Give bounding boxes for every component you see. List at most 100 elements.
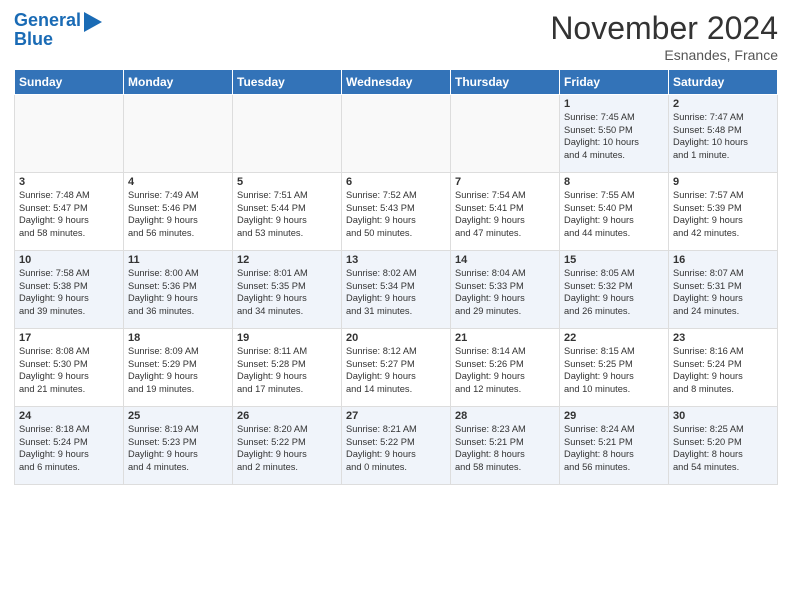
day-number: 2 [673, 98, 773, 110]
week-row-4: 17Sunrise: 8:08 AMSunset: 5:30 PMDayligh… [15, 329, 778, 407]
calendar-cell: 27Sunrise: 8:21 AMSunset: 5:22 PMDayligh… [342, 407, 451, 485]
calendar-cell [342, 95, 451, 173]
location-subtitle: Esnandes, France [550, 47, 778, 63]
day-info: Sunrise: 7:58 AMSunset: 5:38 PMDaylight:… [19, 267, 119, 317]
calendar-cell: 28Sunrise: 8:23 AMSunset: 5:21 PMDayligh… [451, 407, 560, 485]
calendar-cell: 14Sunrise: 8:04 AMSunset: 5:33 PMDayligh… [451, 251, 560, 329]
day-info: Sunrise: 7:45 AMSunset: 5:50 PMDaylight:… [564, 111, 664, 161]
calendar-cell: 22Sunrise: 8:15 AMSunset: 5:25 PMDayligh… [560, 329, 669, 407]
calendar-cell: 13Sunrise: 8:02 AMSunset: 5:34 PMDayligh… [342, 251, 451, 329]
calendar-cell [233, 95, 342, 173]
day-info: Sunrise: 8:23 AMSunset: 5:21 PMDaylight:… [455, 423, 555, 473]
calendar-header: General Blue November 2024 Esnandes, Fra… [14, 10, 778, 63]
day-info: Sunrise: 7:55 AMSunset: 5:40 PMDaylight:… [564, 189, 664, 239]
calendar-cell: 7Sunrise: 7:54 AMSunset: 5:41 PMDaylight… [451, 173, 560, 251]
calendar-cell: 9Sunrise: 7:57 AMSunset: 5:39 PMDaylight… [669, 173, 778, 251]
day-number: 5 [237, 176, 337, 188]
weekday-wednesday: Wednesday [342, 70, 451, 95]
day-info: Sunrise: 7:51 AMSunset: 5:44 PMDaylight:… [237, 189, 337, 239]
day-number: 23 [673, 332, 773, 344]
weekday-thursday: Thursday [451, 70, 560, 95]
calendar-cell: 23Sunrise: 8:16 AMSunset: 5:24 PMDayligh… [669, 329, 778, 407]
day-number: 28 [455, 410, 555, 422]
day-number: 7 [455, 176, 555, 188]
calendar-cell: 17Sunrise: 8:08 AMSunset: 5:30 PMDayligh… [15, 329, 124, 407]
calendar-cell: 10Sunrise: 7:58 AMSunset: 5:38 PMDayligh… [15, 251, 124, 329]
day-info: Sunrise: 8:16 AMSunset: 5:24 PMDaylight:… [673, 345, 773, 395]
title-section: November 2024 Esnandes, France [550, 10, 778, 63]
logo-arrow-icon [84, 12, 102, 32]
day-number: 18 [128, 332, 228, 344]
calendar-body: 1Sunrise: 7:45 AMSunset: 5:50 PMDaylight… [15, 95, 778, 485]
calendar-cell [15, 95, 124, 173]
weekday-saturday: Saturday [669, 70, 778, 95]
day-info: Sunrise: 7:54 AMSunset: 5:41 PMDaylight:… [455, 189, 555, 239]
calendar-cell: 8Sunrise: 7:55 AMSunset: 5:40 PMDaylight… [560, 173, 669, 251]
day-number: 1 [564, 98, 664, 110]
calendar-cell: 3Sunrise: 7:48 AMSunset: 5:47 PMDaylight… [15, 173, 124, 251]
day-info: Sunrise: 8:05 AMSunset: 5:32 PMDaylight:… [564, 267, 664, 317]
day-number: 21 [455, 332, 555, 344]
calendar-cell: 1Sunrise: 7:45 AMSunset: 5:50 PMDaylight… [560, 95, 669, 173]
day-info: Sunrise: 8:07 AMSunset: 5:31 PMDaylight:… [673, 267, 773, 317]
calendar-cell: 5Sunrise: 7:51 AMSunset: 5:44 PMDaylight… [233, 173, 342, 251]
weekday-header-row: SundayMondayTuesdayWednesdayThursdayFrid… [15, 70, 778, 95]
day-info: Sunrise: 8:11 AMSunset: 5:28 PMDaylight:… [237, 345, 337, 395]
day-number: 20 [346, 332, 446, 344]
calendar-cell: 6Sunrise: 7:52 AMSunset: 5:43 PMDaylight… [342, 173, 451, 251]
day-number: 12 [237, 254, 337, 266]
day-number: 13 [346, 254, 446, 266]
calendar-cell [451, 95, 560, 173]
calendar-cell [124, 95, 233, 173]
day-number: 10 [19, 254, 119, 266]
day-number: 4 [128, 176, 228, 188]
day-info: Sunrise: 8:21 AMSunset: 5:22 PMDaylight:… [346, 423, 446, 473]
day-info: Sunrise: 7:57 AMSunset: 5:39 PMDaylight:… [673, 189, 773, 239]
calendar-cell: 2Sunrise: 7:47 AMSunset: 5:48 PMDaylight… [669, 95, 778, 173]
day-number: 27 [346, 410, 446, 422]
day-number: 26 [237, 410, 337, 422]
day-number: 3 [19, 176, 119, 188]
day-info: Sunrise: 8:15 AMSunset: 5:25 PMDaylight:… [564, 345, 664, 395]
day-number: 19 [237, 332, 337, 344]
calendar-cell: 18Sunrise: 8:09 AMSunset: 5:29 PMDayligh… [124, 329, 233, 407]
calendar-cell: 26Sunrise: 8:20 AMSunset: 5:22 PMDayligh… [233, 407, 342, 485]
day-number: 9 [673, 176, 773, 188]
day-info: Sunrise: 8:09 AMSunset: 5:29 PMDaylight:… [128, 345, 228, 395]
week-row-5: 24Sunrise: 8:18 AMSunset: 5:24 PMDayligh… [15, 407, 778, 485]
calendar-cell: 12Sunrise: 8:01 AMSunset: 5:35 PMDayligh… [233, 251, 342, 329]
calendar-cell: 30Sunrise: 8:25 AMSunset: 5:20 PMDayligh… [669, 407, 778, 485]
weekday-monday: Monday [124, 70, 233, 95]
day-info: Sunrise: 8:04 AMSunset: 5:33 PMDaylight:… [455, 267, 555, 317]
weekday-friday: Friday [560, 70, 669, 95]
day-number: 8 [564, 176, 664, 188]
day-info: Sunrise: 8:24 AMSunset: 5:21 PMDaylight:… [564, 423, 664, 473]
day-info: Sunrise: 7:49 AMSunset: 5:46 PMDaylight:… [128, 189, 228, 239]
week-row-3: 10Sunrise: 7:58 AMSunset: 5:38 PMDayligh… [15, 251, 778, 329]
calendar-table: SundayMondayTuesdayWednesdayThursdayFrid… [14, 69, 778, 485]
day-number: 15 [564, 254, 664, 266]
day-number: 22 [564, 332, 664, 344]
day-number: 25 [128, 410, 228, 422]
calendar-cell: 29Sunrise: 8:24 AMSunset: 5:21 PMDayligh… [560, 407, 669, 485]
day-info: Sunrise: 8:20 AMSunset: 5:22 PMDaylight:… [237, 423, 337, 473]
day-info: Sunrise: 8:08 AMSunset: 5:30 PMDaylight:… [19, 345, 119, 395]
day-number: 6 [346, 176, 446, 188]
day-info: Sunrise: 7:47 AMSunset: 5:48 PMDaylight:… [673, 111, 773, 161]
calendar-cell: 19Sunrise: 8:11 AMSunset: 5:28 PMDayligh… [233, 329, 342, 407]
day-info: Sunrise: 8:19 AMSunset: 5:23 PMDaylight:… [128, 423, 228, 473]
day-number: 29 [564, 410, 664, 422]
calendar-cell: 20Sunrise: 8:12 AMSunset: 5:27 PMDayligh… [342, 329, 451, 407]
day-info: Sunrise: 8:01 AMSunset: 5:35 PMDaylight:… [237, 267, 337, 317]
day-info: Sunrise: 8:18 AMSunset: 5:24 PMDaylight:… [19, 423, 119, 473]
calendar-cell: 24Sunrise: 8:18 AMSunset: 5:24 PMDayligh… [15, 407, 124, 485]
day-number: 30 [673, 410, 773, 422]
week-row-1: 1Sunrise: 7:45 AMSunset: 5:50 PMDaylight… [15, 95, 778, 173]
calendar-container: General Blue November 2024 Esnandes, Fra… [0, 0, 792, 491]
logo-blue-text: Blue [14, 30, 53, 50]
calendar-cell: 16Sunrise: 8:07 AMSunset: 5:31 PMDayligh… [669, 251, 778, 329]
calendar-cell: 25Sunrise: 8:19 AMSunset: 5:23 PMDayligh… [124, 407, 233, 485]
day-number: 17 [19, 332, 119, 344]
day-number: 24 [19, 410, 119, 422]
day-info: Sunrise: 7:52 AMSunset: 5:43 PMDaylight:… [346, 189, 446, 239]
